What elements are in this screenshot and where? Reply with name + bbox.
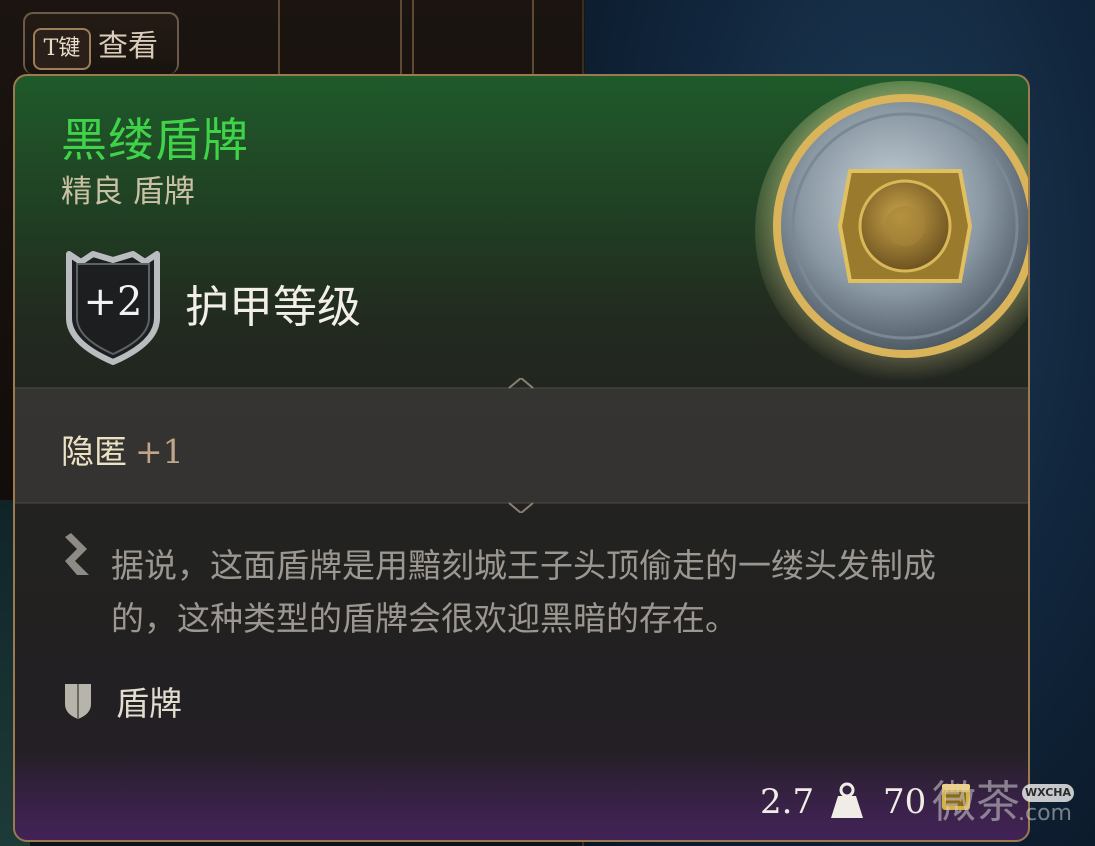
item-type-label: 盾牌 xyxy=(116,684,182,723)
item-rarity-type: 精良 盾牌 xyxy=(61,174,195,210)
watermark-text: 微茶 xyxy=(932,777,1020,828)
background-frame-line xyxy=(412,0,414,80)
divider xyxy=(15,378,1028,389)
item-tooltip: 黑缕盾牌 精良 盾牌 +2 护甲等级 隐匿 +1 据说，这面盾牌是用黯刻城王子头顶… xyxy=(13,74,1030,842)
bonus-value: +1 xyxy=(135,432,184,471)
bonus-name: 隐匿 xyxy=(61,432,127,471)
armor-class-label: 护甲等级 xyxy=(185,282,361,333)
watermark-suffix: .com xyxy=(1018,801,1072,826)
background-frame-line xyxy=(278,0,280,80)
shield-item-image xyxy=(755,81,1028,381)
keybind-badge: T键 xyxy=(33,28,91,70)
background-frame-line xyxy=(400,0,402,80)
shield-icon xyxy=(65,684,91,719)
quill-icon xyxy=(65,533,89,575)
item-weight: 2.7 xyxy=(760,782,815,822)
item-name: 黑缕盾牌 xyxy=(61,113,249,167)
divider xyxy=(15,502,1028,513)
footer-bar xyxy=(15,753,1028,840)
inspect-label: 查看 xyxy=(98,29,158,64)
armor-class-value: +2 xyxy=(83,279,143,325)
item-price: 70 xyxy=(883,782,927,822)
item-description: 据说，这面盾牌是用黯刻城王子头顶偷走的一缕头发制成的，这种类型的盾牌会很欢迎黑暗… xyxy=(111,546,936,638)
watermark-badge: WXCHA xyxy=(1022,784,1074,802)
inspect-button[interactable]: T键 查看 xyxy=(23,12,179,74)
background-frame-line xyxy=(532,0,534,80)
weight-icon xyxy=(831,782,863,818)
bonus-stealth: 隐匿 +1 xyxy=(61,430,184,474)
